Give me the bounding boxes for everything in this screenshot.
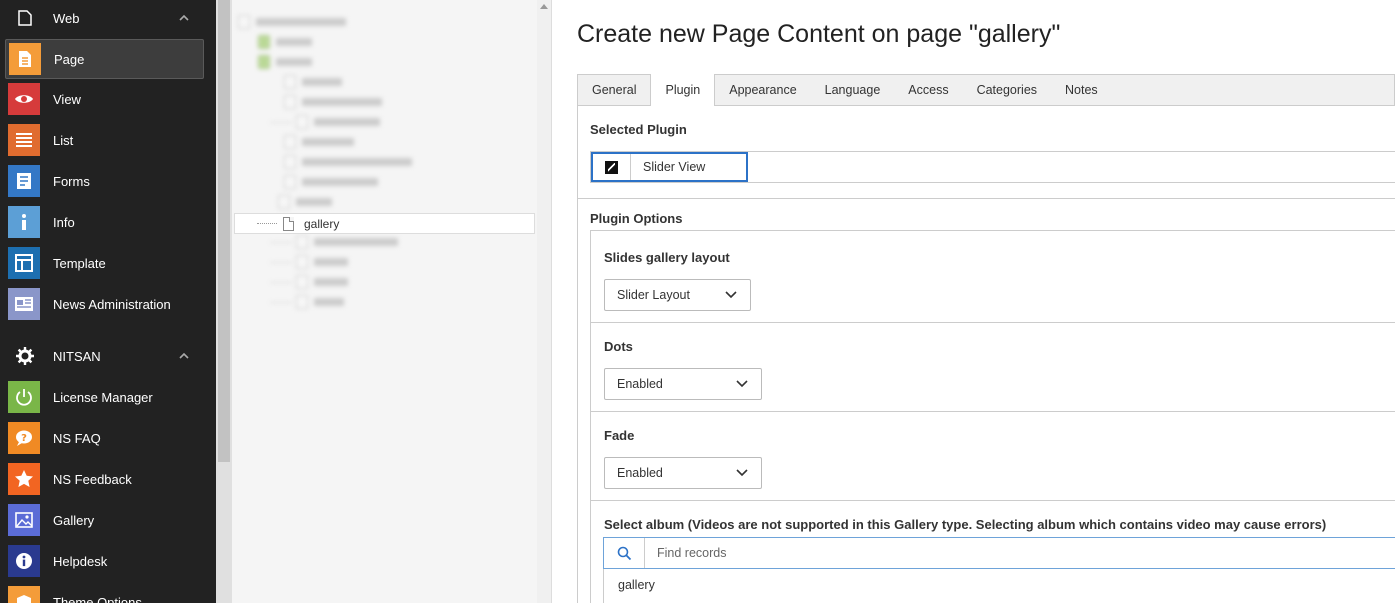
tab-access[interactable]: Access [894, 75, 962, 105]
module-gallery[interactable]: Gallery [5, 500, 204, 540]
layout-select-value: Slider Layout [617, 288, 690, 302]
chevron-down-icon [725, 291, 737, 299]
module-template[interactable]: Template [5, 243, 204, 283]
tree-connector [257, 223, 277, 224]
module-label: News Administration [53, 296, 171, 312]
module-helpdesk[interactable]: Helpdesk [5, 541, 204, 581]
module-label: Page [54, 51, 85, 67]
tab-notes[interactable]: Notes [1051, 75, 1112, 105]
module-view[interactable]: View [5, 79, 204, 119]
file-icon [15, 8, 35, 28]
tab-general[interactable]: General [578, 75, 650, 105]
content-editor: Create new Page Content on page "gallery… [553, 0, 1395, 603]
group-nitsan[interactable]: NITSAN [0, 338, 216, 374]
tree-node-selected[interactable]: gallery [234, 213, 535, 234]
group-nitsan-label: NITSAN [53, 348, 101, 364]
fade-label: Fade [604, 428, 635, 443]
record-item[interactable]: gallery [618, 578, 655, 592]
fade-select-value: Enabled [617, 466, 663, 480]
module-ns-faq[interactable]: ? NS FAQ [5, 418, 204, 458]
plugin-select-value: Slider View [643, 160, 706, 174]
scroll-up-icon[interactable] [540, 4, 548, 9]
module-forms[interactable]: Forms [5, 161, 204, 201]
module-list[interactable]: List [5, 120, 204, 160]
star-icon [8, 463, 40, 495]
module-label: Template [53, 255, 106, 271]
divider [591, 500, 1395, 501]
module-menu-scrollbar[interactable] [216, 0, 232, 603]
plugin-tab-panel: Selected Plugin Slider View Plugin Optio… [577, 106, 1395, 603]
list-icon [8, 124, 40, 156]
helpdesk-icon [8, 545, 40, 577]
eye-icon [8, 83, 40, 115]
page-icon [9, 43, 41, 75]
module-label: Gallery [53, 512, 95, 528]
module-label: Forms [53, 173, 90, 189]
tab-categories[interactable]: Categories [963, 75, 1051, 105]
info-icon [8, 206, 40, 238]
page-icon [283, 216, 294, 231]
power-icon [8, 381, 40, 413]
tree-node-label: gallery [304, 216, 340, 231]
chevron-down-icon [736, 469, 748, 477]
dots-label: Dots [604, 339, 633, 354]
faq-icon: ? [8, 422, 40, 454]
selected-records-list[interactable]: gallery [603, 569, 1395, 603]
dots-select[interactable]: Enabled [604, 368, 762, 400]
find-records-field[interactable] [603, 537, 1395, 569]
module-menu: Web Page View List Forms Info Template N… [0, 0, 216, 603]
template-icon [8, 247, 40, 279]
chevron-down-icon [736, 380, 748, 388]
module-ns-feedback[interactable]: NS Feedback [5, 459, 204, 499]
module-label: License Manager [53, 389, 153, 405]
module-label: Theme Options [53, 594, 142, 603]
plugin-options-heading: Plugin Options [590, 211, 683, 226]
box-icon [8, 586, 40, 603]
module-news-administration[interactable]: News Administration [5, 284, 204, 324]
module-label: View [53, 91, 81, 107]
page-title: Create new Page Content on page "gallery… [577, 20, 1061, 48]
plugin-icon [593, 154, 631, 180]
divider [591, 411, 1395, 412]
group-web[interactable]: Web [0, 0, 216, 36]
chevron-up-icon[interactable] [178, 12, 190, 24]
image-icon [8, 504, 40, 536]
layout-label: Slides gallery layout [604, 250, 730, 265]
module-theme-options[interactable]: Theme Options [5, 582, 204, 603]
group-web-label: Web [53, 10, 80, 26]
newspaper-icon [8, 288, 40, 320]
selected-plugin-row: Slider View [590, 151, 1395, 183]
tab-plugin[interactable]: Plugin [650, 74, 716, 106]
svg-text:?: ? [21, 433, 27, 444]
divider [591, 322, 1395, 323]
fade-select[interactable]: Enabled [604, 457, 762, 489]
module-label: NS FAQ [53, 430, 101, 446]
module-label: Info [53, 214, 75, 230]
chevron-up-icon[interactable] [178, 350, 190, 362]
find-records-input[interactable] [657, 546, 1257, 560]
form-icon [8, 165, 40, 197]
module-label: NS Feedback [53, 471, 132, 487]
module-label: List [53, 132, 74, 148]
divider [578, 198, 1395, 199]
tab-appearance[interactable]: Appearance [715, 75, 810, 105]
module-license-manager[interactable]: License Manager [5, 377, 204, 417]
selected-plugin-heading: Selected Plugin [590, 122, 687, 137]
page-tree-scrollbar[interactable] [537, 0, 551, 603]
module-page[interactable]: Page [5, 39, 204, 79]
module-info[interactable]: Info [5, 202, 204, 242]
layout-select[interactable]: Slider Layout [604, 279, 751, 311]
album-label: Select album (Videos are not supported i… [604, 517, 1327, 532]
scrollbar-thumb[interactable] [218, 0, 230, 462]
tab-bar: General Plugin Appearance Language Acces… [577, 74, 1395, 106]
module-label: Helpdesk [53, 553, 108, 569]
tab-language[interactable]: Language [811, 75, 895, 105]
dots-select-value: Enabled [617, 377, 663, 391]
page-tree: gallery [232, 0, 552, 603]
search-icon[interactable] [604, 538, 645, 568]
plugin-select[interactable]: Slider View [591, 152, 748, 182]
gear-icon [15, 346, 35, 366]
